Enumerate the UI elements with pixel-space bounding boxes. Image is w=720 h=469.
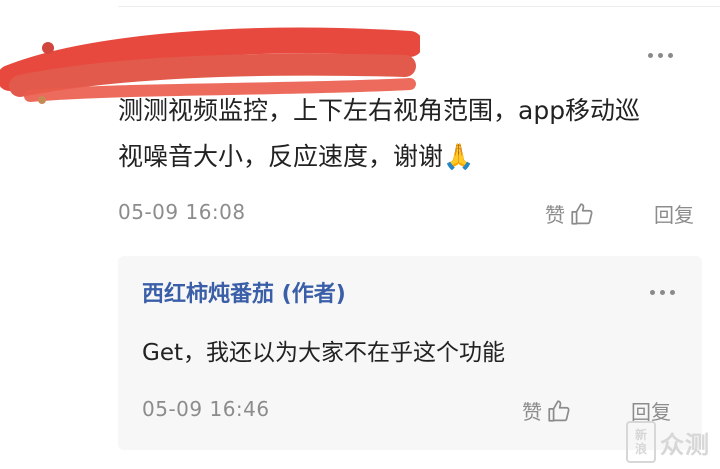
comment-reply-button[interactable]: 回复 xyxy=(654,199,694,228)
comment-like-button[interactable]: 赞 xyxy=(545,199,595,228)
reply-label: 回复 xyxy=(654,203,694,227)
reply-more-icon[interactable] xyxy=(642,282,682,302)
reply-text: Get，我还以为大家不在乎这个功能 xyxy=(142,340,505,366)
comment-text: 测测视频监控，上下左右视角范围，app移动巡 视噪音大小，反应速度，谢谢🙏 xyxy=(118,96,641,171)
like-label: 赞 xyxy=(545,203,565,227)
watermark-text: 众测 xyxy=(660,430,710,459)
reply-like-label: 赞 xyxy=(522,400,542,424)
watermark-logo: 新 浪 xyxy=(626,421,656,463)
reply-time: 05-09 16:46 xyxy=(142,397,270,421)
top-divider xyxy=(118,6,720,7)
reply-author-name[interactable]: 西红柿炖番茄 (作者) xyxy=(142,276,346,308)
comment-more-icon[interactable] xyxy=(640,45,680,65)
comment-time: 05-09 16:08 xyxy=(118,200,246,224)
reply-like-button[interactable]: 赞 xyxy=(522,396,572,425)
watermark: 新 浪 众测 xyxy=(626,421,710,463)
thumb-up-icon xyxy=(546,398,572,424)
thumb-up-icon xyxy=(569,201,595,227)
